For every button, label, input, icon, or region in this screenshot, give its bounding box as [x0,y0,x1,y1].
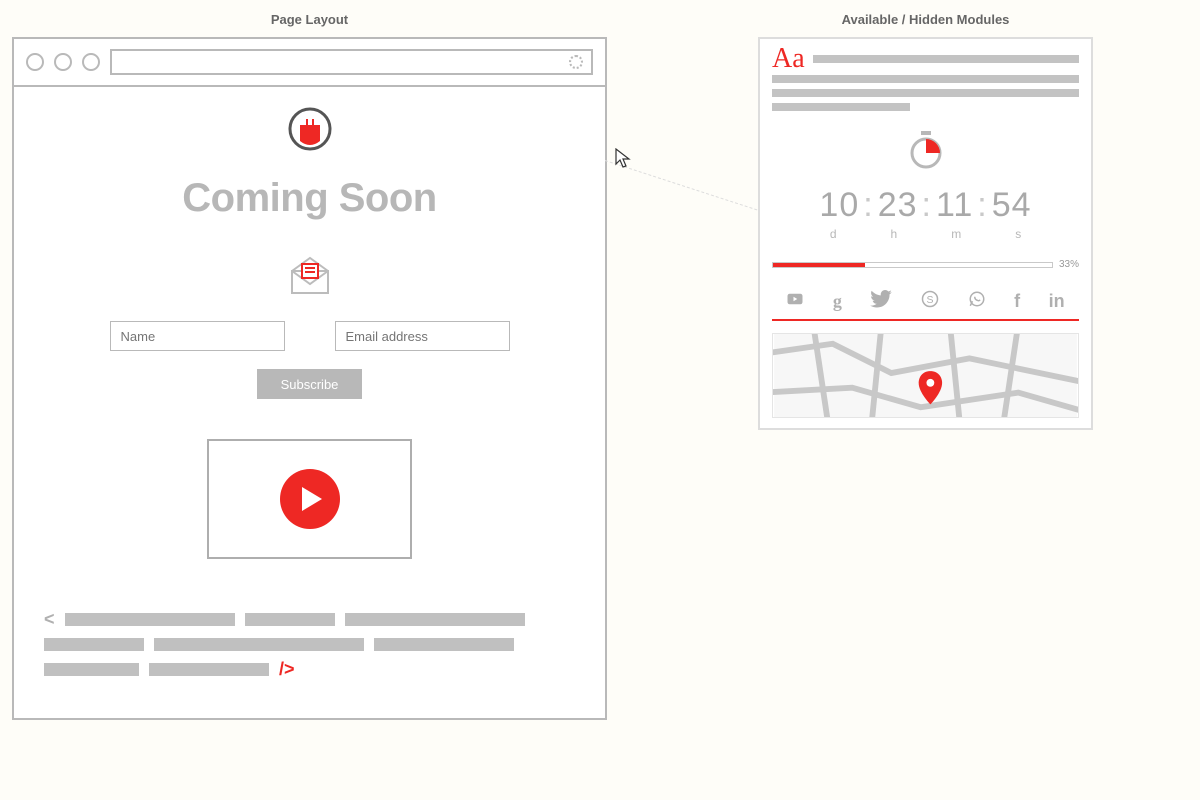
countdown-days: 10 [819,186,859,225]
traffic-light-icon [82,53,100,71]
browser-chrome [14,39,605,87]
facebook-icon[interactable]: f [1014,291,1020,312]
progress-module[interactable]: 33% [772,259,1079,270]
progress-track [772,262,1053,268]
countdown-minutes: 11 [936,186,973,225]
countdown-module[interactable]: 10 : 23 : 11 : 54 [772,186,1079,225]
browser-frame: Coming Soon Subscribe [12,37,607,720]
countdown-seconds: 54 [992,186,1032,225]
typography-icon: Aa [772,49,805,69]
svg-text:S: S [926,294,933,306]
drag-indicator [605,160,757,210]
play-icon[interactable] [280,469,340,529]
progress-fill [773,263,865,267]
page-layout-panel: Page Layout Coming Soon [12,12,607,720]
map-module[interactable] [772,333,1079,418]
progress-percent: 33% [1059,259,1079,270]
video-module[interactable] [207,439,412,559]
modules-frame: Aa 10 : 23 : 11 : 54 d h m [758,37,1093,430]
youtube-icon[interactable] [786,290,804,313]
custom-html-module[interactable]: < /> [44,609,575,688]
close-bracket-icon: /> [279,659,295,680]
available-modules-title: Available / Hidden Modules [758,12,1093,27]
subscribe-button[interactable]: Subscribe [257,369,362,399]
headline-module[interactable]: Coming Soon [182,176,436,221]
traffic-light-icon [54,53,72,71]
available-modules-panel: Available / Hidden Modules Aa 10 : 23 : … [758,12,1093,430]
countdown-labels: d h m s [772,227,1079,241]
linkedin-icon[interactable]: in [1049,291,1065,312]
name-input[interactable] [110,321,285,351]
logo-module[interactable] [288,107,332,151]
social-module[interactable]: g S f in [772,284,1079,321]
stopwatch-icon [772,131,1079,174]
twitter-icon[interactable] [870,290,892,313]
countdown-hours: 23 [878,186,918,225]
cursor-icon [615,148,631,173]
text-module[interactable]: Aa [772,49,1079,111]
page-layout-title: Page Layout [12,12,607,27]
whatsapp-icon[interactable] [968,290,986,313]
refresh-icon[interactable] [569,55,583,69]
skype-icon[interactable]: S [921,290,939,313]
page-body: Coming Soon Subscribe [14,87,605,718]
google-icon[interactable]: g [833,291,842,312]
subscribe-form[interactable] [110,321,510,351]
newsletter-icon [287,256,333,301]
email-input[interactable] [335,321,510,351]
traffic-light-icon [26,53,44,71]
address-bar[interactable] [110,49,593,75]
open-bracket-icon: < [44,609,55,630]
